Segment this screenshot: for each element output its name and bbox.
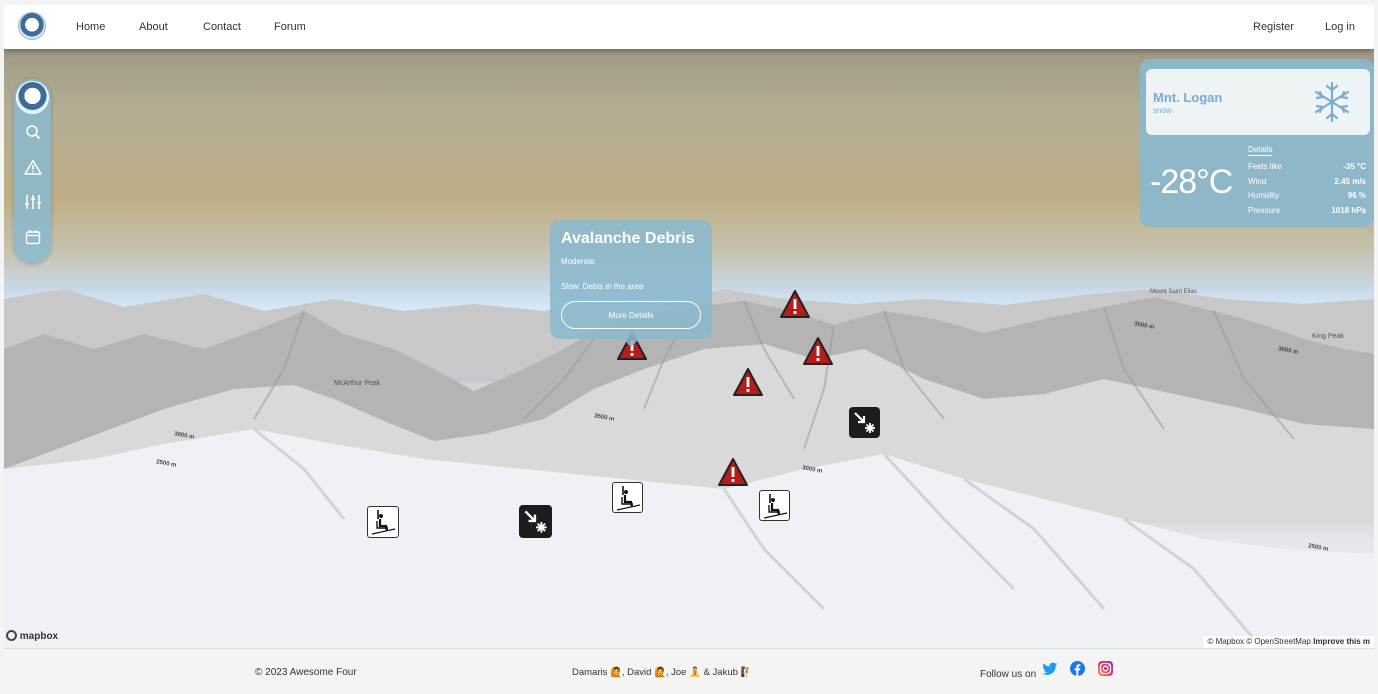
warning-marker-icon[interactable]: [717, 457, 749, 487]
weather-row-label: Wind: [1248, 177, 1267, 186]
facebook-icon[interactable]: [1070, 661, 1085, 676]
ski-lift-marker-icon[interactable]: [367, 506, 399, 538]
warning-marker-icon[interactable]: [779, 289, 811, 319]
footer-credits: Damaris 🙋, David 🙋, Joe 🧘 & Jakub 🧗: [572, 667, 753, 678]
weather-location: Mnt. Logan: [1153, 90, 1223, 105]
terrain-map[interactable]: McArthur Peak Mount Saint Elias King Pea…: [4, 49, 1374, 648]
weather-row-value: -35 °C: [1343, 162, 1366, 171]
weather-row-feels-like: Feels like -35 °C: [1248, 162, 1366, 171]
hazard-popup: Avalanche Debris Moderate Slow: Debis in…: [550, 220, 712, 347]
nav-forum-link[interactable]: Forum: [274, 21, 306, 33]
nav-contact-link[interactable]: Contact: [203, 21, 241, 33]
site-logo[interactable]: [18, 12, 46, 40]
weather-header: Mnt. Logan snow: [1146, 69, 1370, 135]
snowflake-icon: [1314, 81, 1350, 123]
popup-description: Slow: Debis in the area: [561, 282, 644, 291]
place-label: Mount Saint Elias: [1150, 289, 1197, 295]
filters-button[interactable]: [22, 191, 43, 212]
map-attribution: © Mapbox © OpenStreetMap Improve this m: [1203, 636, 1374, 648]
weather-row-wind: Wind 2.45 m/s: [1248, 177, 1366, 186]
warning-icon: [23, 159, 42, 175]
ski-lift-marker-icon[interactable]: [759, 490, 790, 521]
mapbox-wordmark: mapbox: [19, 631, 59, 642]
ski-lift-marker-icon[interactable]: [612, 482, 643, 513]
more-details-button[interactable]: More Details: [561, 301, 701, 329]
weather-row-pressure: Pressure 1018 hPa: [1248, 206, 1366, 215]
app-window: Home About Contact Forum Register Log in: [4, 5, 1374, 690]
footer-copyright: © 2023 Awesome Four: [255, 667, 357, 678]
weather-row-value: 1018 hPa: [1331, 206, 1366, 215]
calendar-button[interactable]: [22, 226, 43, 247]
top-navbar: Home About Contact Forum Register Log in: [4, 5, 1374, 49]
warnings-button[interactable]: [22, 156, 43, 177]
attribution-text[interactable]: © Mapbox © OpenStreetMap: [1207, 637, 1310, 646]
weather-row-humidity: Humidity 96 %: [1248, 191, 1366, 200]
map-toolbar: [14, 79, 51, 263]
instagram-icon[interactable]: [1098, 661, 1113, 676]
popup-pointer: [623, 339, 639, 347]
popup-title: Avalanche Debris: [561, 230, 695, 247]
weather-row-label: Pressure: [1248, 206, 1281, 215]
search-icon: [25, 124, 40, 139]
weather-condition: snow: [1153, 106, 1172, 115]
weather-row-label: Feels like: [1248, 162, 1282, 171]
site-footer: © 2023 Awesome Four Damaris 🙋, David 🙋, …: [4, 648, 1374, 690]
warning-marker-icon[interactable]: [802, 336, 834, 366]
register-link[interactable]: Register: [1253, 21, 1294, 33]
popup-level: Moderate: [561, 257, 595, 266]
weather-temperature: -28°C: [1150, 163, 1233, 201]
weather-card: Mnt. Logan snow -28°C Details Feels like…: [1140, 59, 1374, 227]
place-label: McArthur Peak: [334, 380, 381, 387]
app-logo[interactable]: [16, 81, 49, 114]
mapbox-logo[interactable]: mapbox: [6, 630, 58, 642]
sliders-icon: [24, 194, 41, 209]
login-link[interactable]: Log in: [1325, 21, 1355, 33]
mapbox-mark-icon: [6, 630, 17, 641]
debris-marker-icon[interactable]: [519, 505, 552, 538]
weather-row-label: Humidity: [1248, 191, 1280, 200]
place-label: King Peak: [1312, 333, 1344, 340]
weather-row-value: 2.45 m/s: [1334, 177, 1366, 186]
debris-marker-icon[interactable]: [849, 407, 880, 438]
search-button[interactable]: [22, 121, 43, 142]
follow-us-label: Follow us on: [980, 669, 1037, 680]
weather-details-heading[interactable]: Details: [1248, 145, 1273, 156]
calendar-icon: [25, 229, 40, 244]
twitter-icon[interactable]: [1042, 662, 1058, 676]
nav-home-link[interactable]: Home: [76, 21, 105, 33]
weather-row-value: 96 %: [1347, 191, 1366, 200]
warning-marker-icon[interactable]: [732, 367, 764, 397]
improve-map-link[interactable]: Improve this m: [1313, 637, 1370, 646]
nav-about-link[interactable]: About: [139, 21, 168, 33]
